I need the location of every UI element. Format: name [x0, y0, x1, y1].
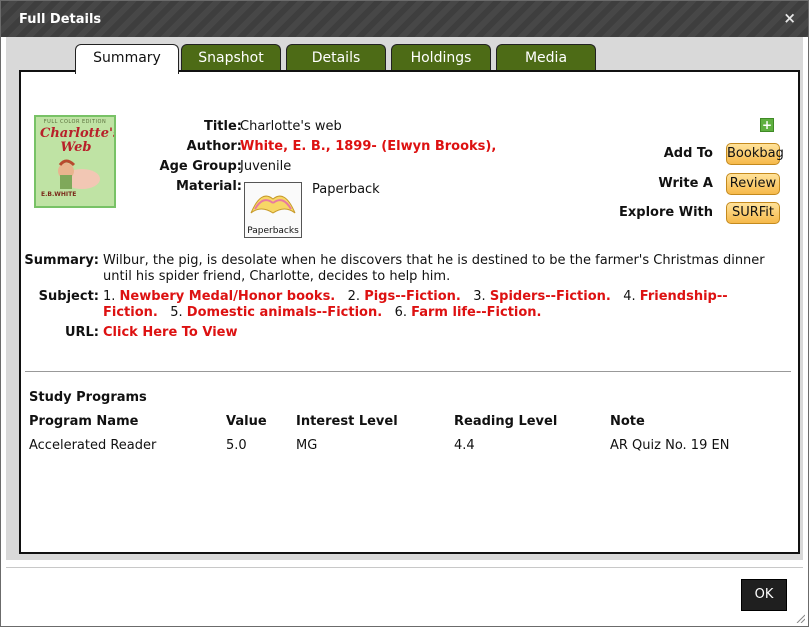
table-cell-note: AR Quiz No. 19 EN	[610, 438, 730, 453]
col-header-reading-level: Reading Level	[454, 414, 558, 429]
study-programs-title: Study Programs	[29, 390, 147, 405]
cover-illustration-icon	[58, 159, 100, 189]
summary-panel: FULL COLOR EDITION Charlotte's Web E.B.W…	[19, 70, 800, 554]
subject-number: 2.	[347, 289, 361, 304]
material-icon-label: Paperbacks	[247, 226, 299, 236]
add-icon[interactable]: +	[760, 118, 774, 132]
col-header-program-name: Program Name	[29, 414, 139, 429]
subject-number: 4.	[623, 289, 636, 304]
subject-number: 3.	[473, 289, 486, 304]
subject-label: Subject:	[38, 289, 99, 304]
cover-title: Charlotte's Web	[40, 126, 116, 155]
col-header-value: Value	[226, 414, 267, 429]
add-to-label: Add To	[663, 146, 713, 161]
subject-number: 1.	[103, 289, 116, 304]
subject-link-newbery[interactable]: Newbery Medal/Honor books.	[120, 289, 336, 304]
url-link[interactable]: Click Here To View	[103, 325, 238, 340]
tab-media[interactable]: Media	[496, 44, 596, 72]
paperback-icon: Paperbacks	[244, 182, 302, 238]
summary-text: Wilbur, the pig, is desolate when he dis…	[103, 253, 765, 284]
table-cell-program-name: Accelerated Reader	[29, 438, 157, 453]
table-cell-interest-level: MG	[296, 438, 318, 453]
url-label: URL:	[64, 325, 99, 340]
dialog-titlebar[interactable]: Full Details ×	[1, 1, 808, 37]
tab-summary[interactable]: Summary	[75, 44, 179, 74]
table-cell-value: 5.0	[226, 438, 247, 453]
col-header-note: Note	[610, 414, 645, 429]
summary-label: Summary:	[24, 253, 99, 268]
title-label: Title:	[203, 119, 242, 134]
subject-link-farm-life[interactable]: Farm life--Fiction.	[411, 305, 541, 320]
subject-link-spiders[interactable]: Spiders--Fiction.	[490, 289, 611, 304]
write-a-label: Write A	[658, 176, 713, 191]
book-cover-image: FULL COLOR EDITION Charlotte's Web E.B.W…	[34, 115, 116, 208]
surfit-button[interactable]: SURFit	[726, 202, 780, 224]
cover-author: E.B.WHITE	[41, 191, 77, 198]
resize-grip-icon[interactable]	[795, 613, 805, 623]
table-cell-reading-level: 4.4	[454, 438, 475, 453]
material-value: Paperback	[312, 182, 380, 197]
tab-holdings[interactable]: Holdings	[391, 44, 491, 72]
age-group-value: Juvenile	[240, 159, 292, 174]
full-details-dialog: Full Details × Summary Snapshot Details …	[0, 0, 809, 627]
section-divider	[25, 371, 791, 372]
tab-details[interactable]: Details	[286, 44, 386, 72]
age-group-label: Age Group:	[159, 159, 242, 174]
explore-with-label: Explore With	[619, 205, 713, 220]
subject-link-pigs[interactable]: Pigs--Fiction.	[364, 289, 461, 304]
cover-edition-text: FULL COLOR EDITION	[43, 119, 107, 125]
ok-button[interactable]: OK	[741, 579, 787, 611]
bookbag-button[interactable]: Bookbag	[726, 143, 784, 165]
dialog-content: Summary Snapshot Details Holdings Media …	[6, 37, 803, 560]
author-label: Author:	[186, 139, 242, 154]
footer-divider	[6, 567, 803, 568]
subject-number: 5.	[170, 305, 183, 320]
review-button[interactable]: Review	[726, 173, 780, 195]
close-icon[interactable]: ×	[783, 10, 796, 26]
dialog-title: Full Details	[19, 12, 102, 27]
tab-snapshot[interactable]: Snapshot	[181, 44, 281, 72]
subject-link-domestic-animals[interactable]: Domestic animals--Fiction.	[187, 305, 382, 320]
open-book-icon	[250, 195, 296, 214]
col-header-interest-level: Interest Level	[296, 414, 398, 429]
subject-list: 1. Newbery Medal/Honor books. 2. Pigs--F…	[103, 289, 783, 321]
author-link[interactable]: White, E. B., 1899- (Elwyn Brooks),	[240, 139, 496, 154]
material-label: Material:	[175, 179, 242, 194]
title-value: Charlotte's web	[240, 119, 342, 134]
subject-number: 6.	[394, 305, 407, 320]
